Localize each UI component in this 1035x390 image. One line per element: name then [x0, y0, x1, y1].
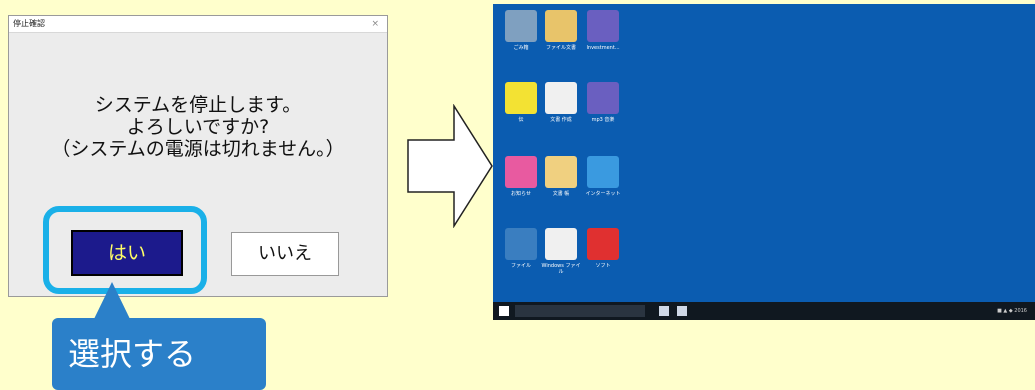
desktop-icon-label: ごみ箱 — [513, 45, 529, 51]
desktop-icon-label: 文書 帳 — [552, 191, 570, 197]
message-line-2: よろしいですか? — [126, 116, 270, 138]
desktop-icon[interactable]: 文書 作成 — [541, 82, 581, 123]
app-icon — [505, 82, 537, 114]
right-arrow-icon — [407, 104, 493, 228]
start-icon[interactable] — [499, 306, 509, 316]
app-icon — [587, 228, 619, 260]
desktop-icon[interactable]: インターネット — [583, 156, 623, 197]
desktop-icon-label: ソフト — [595, 263, 611, 269]
app-icon — [587, 10, 619, 42]
desktop-icon[interactable]: ファイル文書 — [541, 10, 581, 51]
desktop-icon-label: インターネット — [585, 191, 621, 197]
desktop-icon[interactable]: 文書 帳 — [541, 156, 581, 197]
desktop-icon[interactable]: ごみ箱 — [501, 10, 541, 51]
system-tray: ■ ▲ ◆ 2016 — [997, 308, 1027, 314]
app-icon — [505, 156, 537, 188]
message-line-1: システムを停止します。 — [94, 94, 302, 116]
taskbar-search-box[interactable] — [515, 305, 645, 317]
callout-pointer — [94, 282, 130, 319]
app-icon — [545, 156, 577, 188]
app-icon — [505, 10, 537, 42]
desktop-icon[interactable]: 伝 — [501, 82, 541, 123]
app-icon — [587, 82, 619, 114]
desktop-icon-label: ファイル — [510, 263, 531, 269]
close-icon[interactable]: × — [371, 16, 379, 32]
desktop-icon[interactable]: ファイル — [501, 228, 541, 269]
app-icon — [505, 228, 537, 260]
message-line-3: （システムの電源は切れません。） — [51, 138, 345, 160]
dialog-message: システムを停止します。 よろしいですか? （システムの電源は切れません。） — [9, 94, 387, 160]
taskbar-app-icon[interactable] — [659, 306, 669, 316]
desktop-icon-label: Windows ファイル — [541, 263, 581, 275]
desktop-icon-label: 伝 — [518, 117, 524, 123]
browser-icon[interactable] — [677, 306, 687, 316]
app-icon — [587, 156, 619, 188]
dialog-titlebar: 停止確認 × — [9, 16, 387, 33]
dialog-title: 停止確認 — [13, 19, 45, 28]
taskbar: ■ ▲ ◆ 2016 — [493, 302, 1035, 320]
app-icon — [545, 228, 577, 260]
desktop-icon[interactable]: Windows ファイル — [541, 228, 581, 275]
desktop-icon[interactable]: Investment... — [583, 10, 623, 51]
desktop-icon-label: Investment... — [586, 45, 620, 51]
desktop-icon-label: 文書 作成 — [550, 117, 572, 123]
yes-button-highlight — [43, 206, 207, 294]
desktop-icon[interactable]: mp3 音楽 — [583, 82, 623, 123]
desktop-icon-label: ファイル文書 — [545, 45, 576, 51]
desktop-icon[interactable]: お知らせ — [501, 156, 541, 197]
desktop-screen: ごみ箱 ファイル文書 Investment... 伝 文書 作成 mp3 音楽お知らせ 文書… — [493, 4, 1035, 320]
app-icon — [545, 10, 577, 42]
desktop-icon-label: お知らせ — [511, 191, 531, 197]
desktop-icon-label: mp3 音楽 — [591, 117, 615, 123]
app-icon — [545, 82, 577, 114]
instruction-callout: 選択する — [52, 318, 266, 390]
no-button[interactable]: いいえ — [231, 232, 339, 276]
desktop-icon[interactable]: ソフト — [583, 228, 623, 269]
